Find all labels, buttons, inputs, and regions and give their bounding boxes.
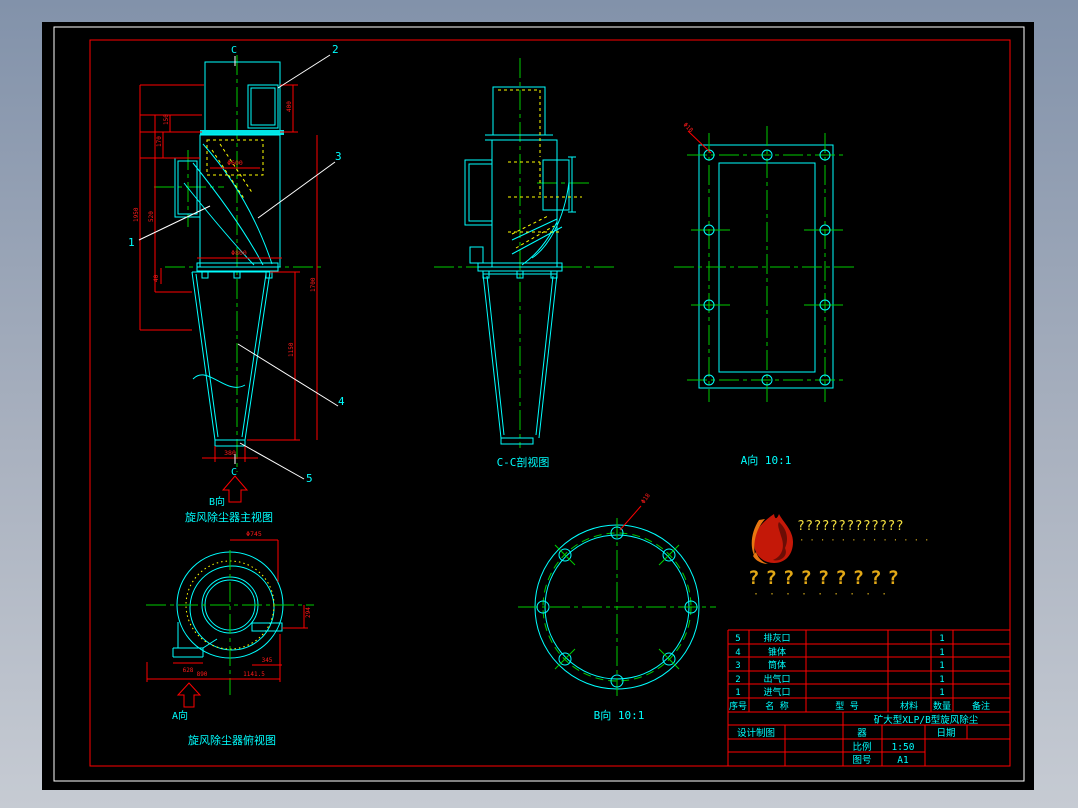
front-arrow-label: B向 [209,495,225,508]
b-view: Φ18 B向 10:1 [518,492,716,722]
dim-front-left-c: 520 [148,211,155,222]
dim-front-right-total: 1700 [310,277,317,292]
parts-list: 5 排灰口 1 4 锥体 1 3 筒体 1 2 出气口 1 1 进气口 1 [735,632,944,698]
part-qty: 1 [939,661,944,671]
dim-front-left-b: 170 [156,136,163,147]
a-view-label: A向 10:1 [741,453,792,467]
section-mark-c-bottom: C [231,467,237,478]
dim-front-bottom: 380 [224,449,236,457]
logo-text-row2: ????????? [748,567,905,589]
header-model: 型 号 [835,701,858,712]
dim-top-right: 294 [305,607,312,618]
dim-front-outlet-dia: Φ800 [231,249,247,257]
part-no: 3 [735,661,740,671]
top-arrow-label: A向 [172,709,188,722]
part-name: 排灰口 [763,632,790,644]
dim-front-left-a: 150 [163,114,170,125]
header-note: 备注 [972,700,990,712]
dim-front-left-total: 1950 [133,207,140,222]
logo-text-row1: ????????????? [797,519,904,534]
designer-label: 设计制图 [737,727,775,739]
drawing-svg: Φ600 150 170 520 1950 40 400 Φ800 1150 1… [53,26,1025,782]
scale-label: 比例 [852,741,871,753]
part-no: 4 [735,648,740,658]
dim-top-small: 345 [262,657,273,664]
part-name: 进气口 [763,686,790,698]
header-material: 材料 [900,700,918,712]
dim-front-cone-height: 1150 [288,342,295,357]
part-name: 锥体 [768,646,786,658]
a-direction-arrow-icon [176,682,202,708]
dim-top-bottom-b: 1141.5 [243,671,265,678]
part-no: 2 [735,675,740,685]
top-view: Φ745 294 628 890 1141.5 345 A向 旋风除尘器俯视图 [146,530,314,747]
header-qty: 数量 [933,700,951,712]
a-view-hole-callout: Φ18 [682,121,695,134]
dim-front-inner: Φ600 [227,159,243,167]
part-no: 5 [735,634,740,644]
top-view-label: 旋风除尘器俯视图 [188,733,276,747]
part-qty: 1 [939,634,944,644]
drawing-no-label: 图号 [852,755,871,766]
front-view: Φ600 150 170 520 1950 40 400 Φ800 1150 1… [128,43,345,524]
date-label: 日期 [936,728,955,739]
front-dimensions: 150 170 520 1950 40 400 Φ800 1150 1700 3… [133,84,318,462]
dim-front-left-small: 40 [153,274,160,282]
b-view-label: B向 10:1 [594,708,645,722]
logo-text-row2-dots: ········· [753,589,897,600]
balloon-3: 3 [335,150,342,163]
dim-top-dia: Φ745 [246,530,262,538]
header-no: 序号 [729,700,747,712]
b-view-hole-callout: Φ18 [640,492,652,505]
part-qty: 1 [939,648,944,658]
part-qty: 1 [939,675,944,685]
b-direction-arrow-icon [221,475,249,503]
part-name: 出气口 [763,673,790,685]
a-view: Φ18 A向 10:1 [674,121,857,467]
header-name: 名 称 [765,700,788,712]
drawing-canvas: Φ600 150 170 520 1950 40 400 Φ800 1150 1… [42,22,1034,790]
cad-screenshot: Φ600 150 170 520 1950 40 400 Φ800 1150 1… [0,0,1078,808]
dim-top-bottom-a: 890 [197,671,208,678]
drawing-title-line2: 器 [857,728,867,739]
balloon-2: 2 [332,43,339,56]
dim-top-left: 628 [183,667,194,674]
part-no: 1 [735,688,740,698]
part-qty: 1 [939,688,944,698]
section-mark-c-top: C [231,45,237,56]
balloon-5: 5 [306,472,313,485]
front-view-label: 旋风除尘器主视图 [185,510,273,524]
logo-text-row1-dots: ············· [799,536,934,546]
title-block: 5 排灰口 1 4 锥体 1 3 筒体 1 2 出气口 1 1 进气口 1 序号… [727,629,1010,766]
parts-list-header: 序号 名 称 型 号 材料 数量 备注 [729,700,990,712]
dim-front-top-right: 400 [286,101,293,112]
scale-value: 1:50 [892,742,915,753]
balloon-1: 1 [128,236,135,249]
section-cc-label: C-C剖视图 [497,455,550,469]
balloon-4: 4 [338,395,345,408]
section-cc-view: C-C剖视图 [434,58,614,469]
logo: ????????????? ············· ????????? ··… [748,514,934,600]
title-area: 矿大型XLP/B型旋风除尘 设计制图 器 日期 比例 1:50 图号 A1 [737,714,979,766]
drawing-title-line1: 矿大型XLP/B型旋风除尘 [874,714,979,726]
drawing-no-value: A1 [897,755,909,766]
part-name: 筒体 [768,659,786,671]
